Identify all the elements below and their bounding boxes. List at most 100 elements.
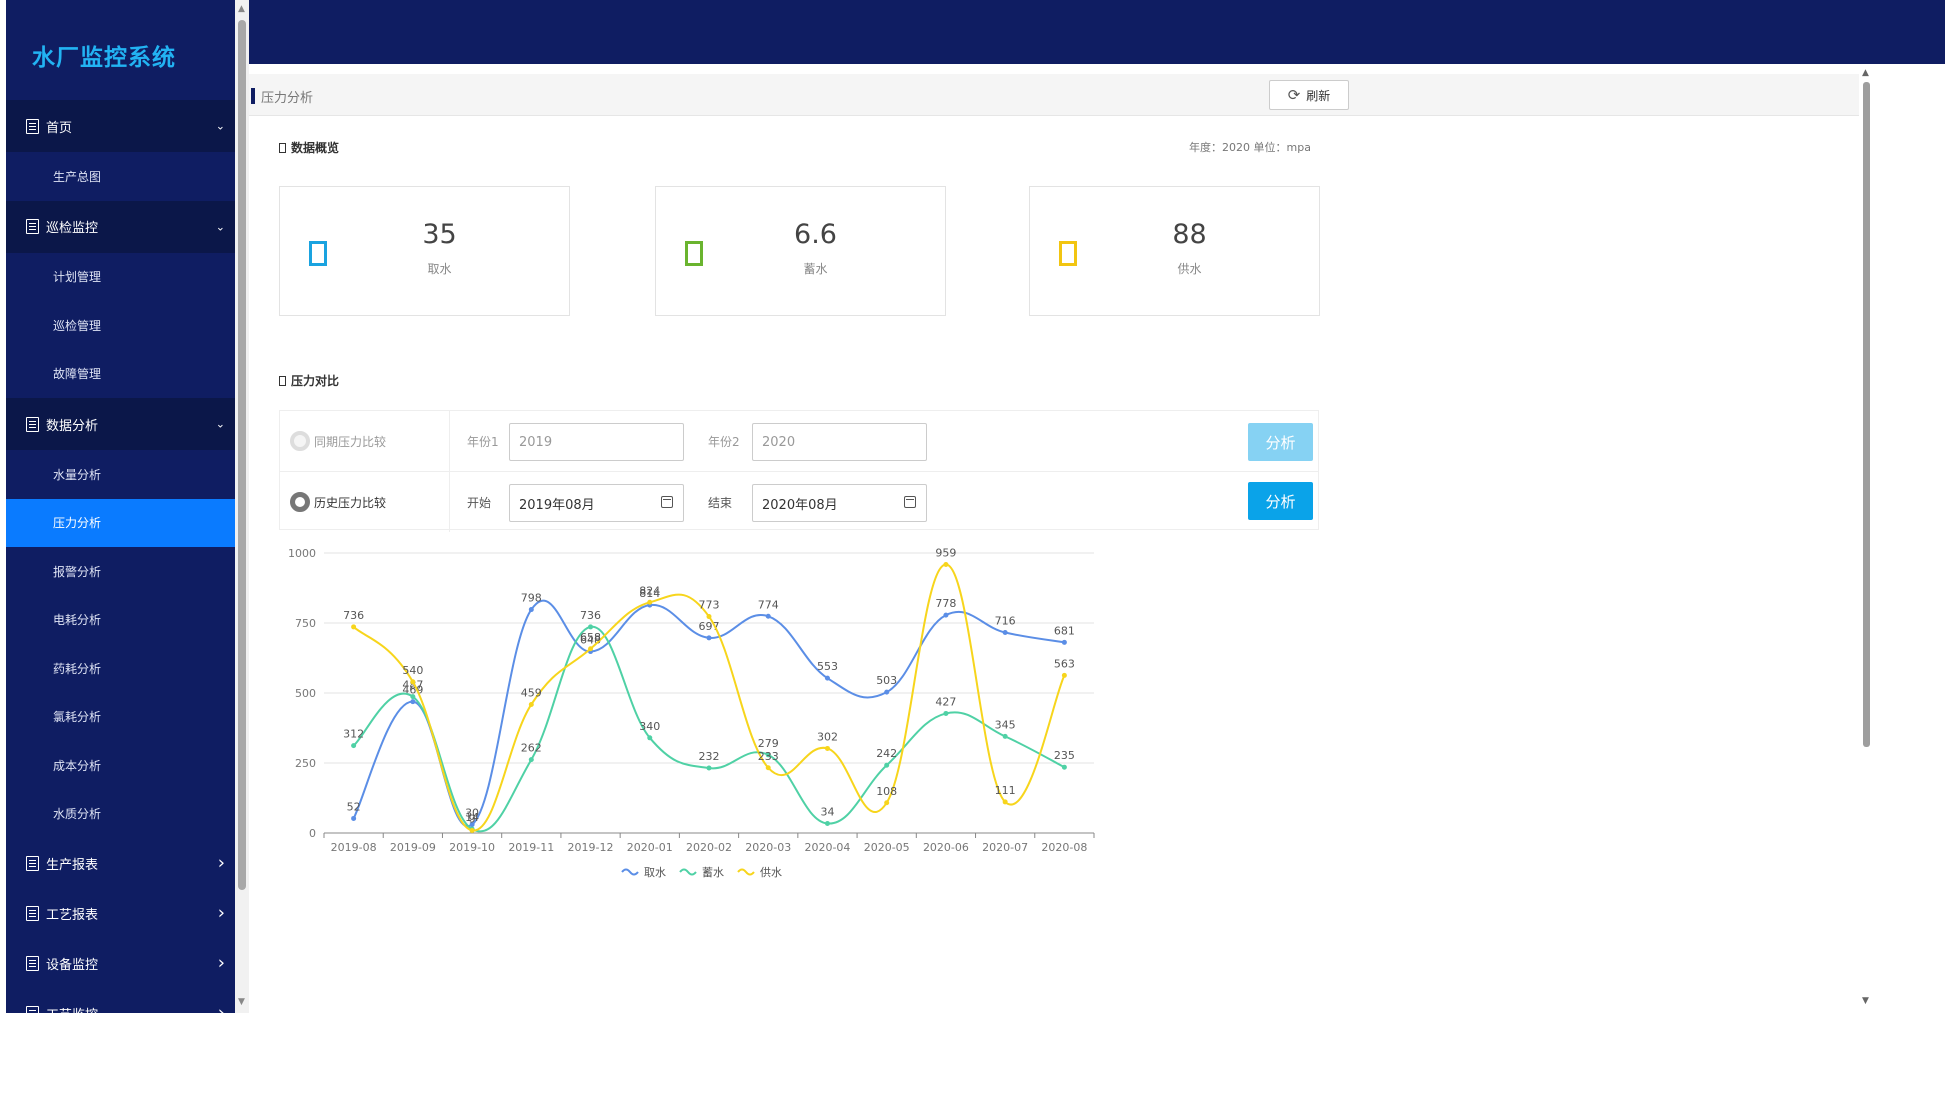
y-tick-label: 1000 — [288, 547, 316, 560]
stat-card-supply: 88 供水 — [1029, 186, 1320, 316]
data-point — [410, 694, 416, 700]
stat-value: 88 — [1172, 219, 1207, 250]
main-scrollbar[interactable]: ▲ ▼ — [1860, 64, 1874, 1013]
overview-title: 数据概览 — [279, 139, 339, 156]
stat-card-intake: 35 取水 — [279, 186, 570, 316]
data-label: 242 — [876, 747, 897, 760]
scroll-down-arrow-icon[interactable]: ▼ — [238, 997, 245, 1007]
sidebar-group-0[interactable]: 首页 ⌄ — [6, 100, 235, 152]
sidebar-scrollbar[interactable]: ▲ ▼ — [235, 0, 249, 1013]
data-label: 232 — [699, 750, 720, 763]
data-point — [1002, 799, 1008, 805]
refresh-label: 刷新 — [1306, 88, 1331, 103]
radio-label: 历史压力比较 — [314, 495, 387, 510]
analyze-button-same-period[interactable]: 分析 — [1248, 423, 1313, 461]
end-label: 结束 — [708, 496, 733, 510]
sidebar-item-2-4[interactable]: 药耗分析 — [6, 644, 235, 693]
scroll-up-arrow-icon[interactable]: ▲ — [1862, 68, 1869, 78]
same-period-radio[interactable]: 同期压力比较 — [280, 411, 450, 471]
sidebar-item-0-0[interactable]: 生产总图 — [6, 152, 235, 201]
app-title: 水厂监控系统 — [32, 45, 176, 71]
x-tick-label: 2019-09 — [390, 841, 436, 854]
main-scroll-thumb[interactable] — [1863, 82, 1870, 747]
calendar-icon[interactable] — [661, 496, 673, 508]
sidebar-item-2-0[interactable]: 水量分析 — [6, 450, 235, 499]
sidebar-group-label: 生产报表 — [46, 857, 99, 873]
stat-card-storage: 6.6 蓄水 — [655, 186, 946, 316]
sidebar-item-2-5[interactable]: 氯耗分析 — [6, 693, 235, 742]
analyze-button-history[interactable]: 分析 — [1248, 482, 1313, 520]
y-tick-label: 0 — [309, 827, 316, 840]
sidebar-item-2-2[interactable]: 报警分析 — [6, 547, 235, 596]
document-icon — [26, 855, 39, 871]
sidebar-group-3[interactable]: 生产报表 › — [6, 838, 235, 888]
data-point — [1061, 639, 1067, 645]
start-date-input[interactable]: 2019年08月 — [509, 484, 684, 522]
data-label: 540 — [402, 664, 423, 677]
data-label: 302 — [817, 730, 838, 743]
sidebar-group-label: 数据分析 — [46, 418, 99, 434]
page-title: 压力分析 — [261, 91, 314, 106]
radio-checked-icon[interactable] — [290, 492, 310, 512]
chevron-down-icon: ⌄ — [215, 417, 225, 431]
data-label: 34 — [820, 805, 834, 818]
radio-unchecked-icon[interactable] — [290, 431, 310, 451]
sidebar-group-2[interactable]: 数据分析 ⌄ — [6, 398, 235, 450]
data-point — [1061, 672, 1067, 678]
sidebar-item-2-3[interactable]: 电耗分析 — [6, 596, 235, 645]
pressure-chart: 0 250 500 750 1000 2019-08 2019-09 2019-10 2019-… — [269, 538, 1329, 968]
x-tick-label: 2020-08 — [1041, 841, 1087, 854]
end-date-input[interactable]: 2020年08月 — [752, 484, 927, 522]
data-label: 427 — [935, 695, 956, 708]
sidebar-scroll-thumb[interactable] — [238, 20, 246, 890]
year2-label: 年份2 — [708, 435, 740, 449]
year2-input[interactable]: 2020 — [752, 423, 927, 461]
sidebar-item-1-1[interactable]: 巡检管理 — [6, 301, 235, 350]
sidebar-item-1-2[interactable]: 故障管理 — [6, 350, 235, 399]
scroll-down-arrow-icon[interactable]: ▼ — [1862, 996, 1869, 1006]
document-icon — [26, 118, 39, 134]
x-tick-label: 2020-04 — [804, 841, 850, 854]
data-point — [410, 679, 416, 685]
data-label: 312 — [343, 728, 364, 741]
sidebar-item-2-1[interactable]: 压力分析 — [6, 498, 235, 547]
history-radio[interactable]: 历史压力比较 — [280, 472, 450, 532]
data-point — [528, 757, 534, 763]
sidebar-group-5[interactable]: 设备监控 › — [6, 938, 235, 988]
legend-label: 蓄水 — [702, 866, 724, 879]
data-label: 778 — [935, 597, 956, 610]
document-icon — [26, 416, 39, 432]
overview-title-text: 数据概览 — [291, 141, 340, 155]
data-point — [588, 646, 594, 652]
sidebar-group-6[interactable]: 工艺监控 › — [6, 988, 235, 1013]
data-point — [1002, 733, 1008, 739]
sidebar-group-1[interactable]: 巡检监控 ⌄ — [6, 200, 235, 253]
sidebar-menu: 首页 ⌄ 生产总图 巡检监控 ⌄ 计划管理 巡检管理 故障管理数据分析 ⌄ 水量分析 压力分析 报警分… — [6, 100, 235, 1013]
data-point — [1002, 630, 1008, 636]
data-label: 503 — [876, 674, 897, 687]
calendar-icon[interactable] — [904, 496, 916, 508]
document-icon — [26, 219, 39, 234]
sidebar-item-2-6[interactable]: 成本分析 — [6, 741, 235, 790]
data-point — [588, 624, 594, 630]
data-label: 9 — [469, 812, 476, 825]
data-point — [469, 827, 475, 833]
data-label: 959 — [935, 546, 956, 559]
sidebar-group-label: 设备监控 — [46, 957, 99, 973]
data-label: 563 — [1054, 657, 1075, 670]
data-label: 340 — [639, 720, 660, 733]
year1-input[interactable]: 2019 — [509, 423, 684, 461]
data-label: 736 — [580, 609, 601, 622]
data-point — [647, 735, 653, 741]
data-label: 773 — [699, 599, 720, 612]
stat-label: 取水 — [427, 262, 452, 276]
sidebar-item-1-0[interactable]: 计划管理 — [6, 253, 235, 302]
sidebar-item-2-7[interactable]: 水质分析 — [6, 790, 235, 839]
data-point — [765, 765, 771, 771]
sidebar-group-4[interactable]: 工艺报表 › — [6, 888, 235, 938]
series-line-1 — [352, 625, 1065, 833]
scroll-up-arrow-icon[interactable]: ▲ — [238, 4, 245, 14]
data-point — [351, 624, 357, 630]
data-label: 716 — [995, 615, 1016, 628]
refresh-button[interactable]: ⟳ 刷新 — [1269, 80, 1349, 110]
